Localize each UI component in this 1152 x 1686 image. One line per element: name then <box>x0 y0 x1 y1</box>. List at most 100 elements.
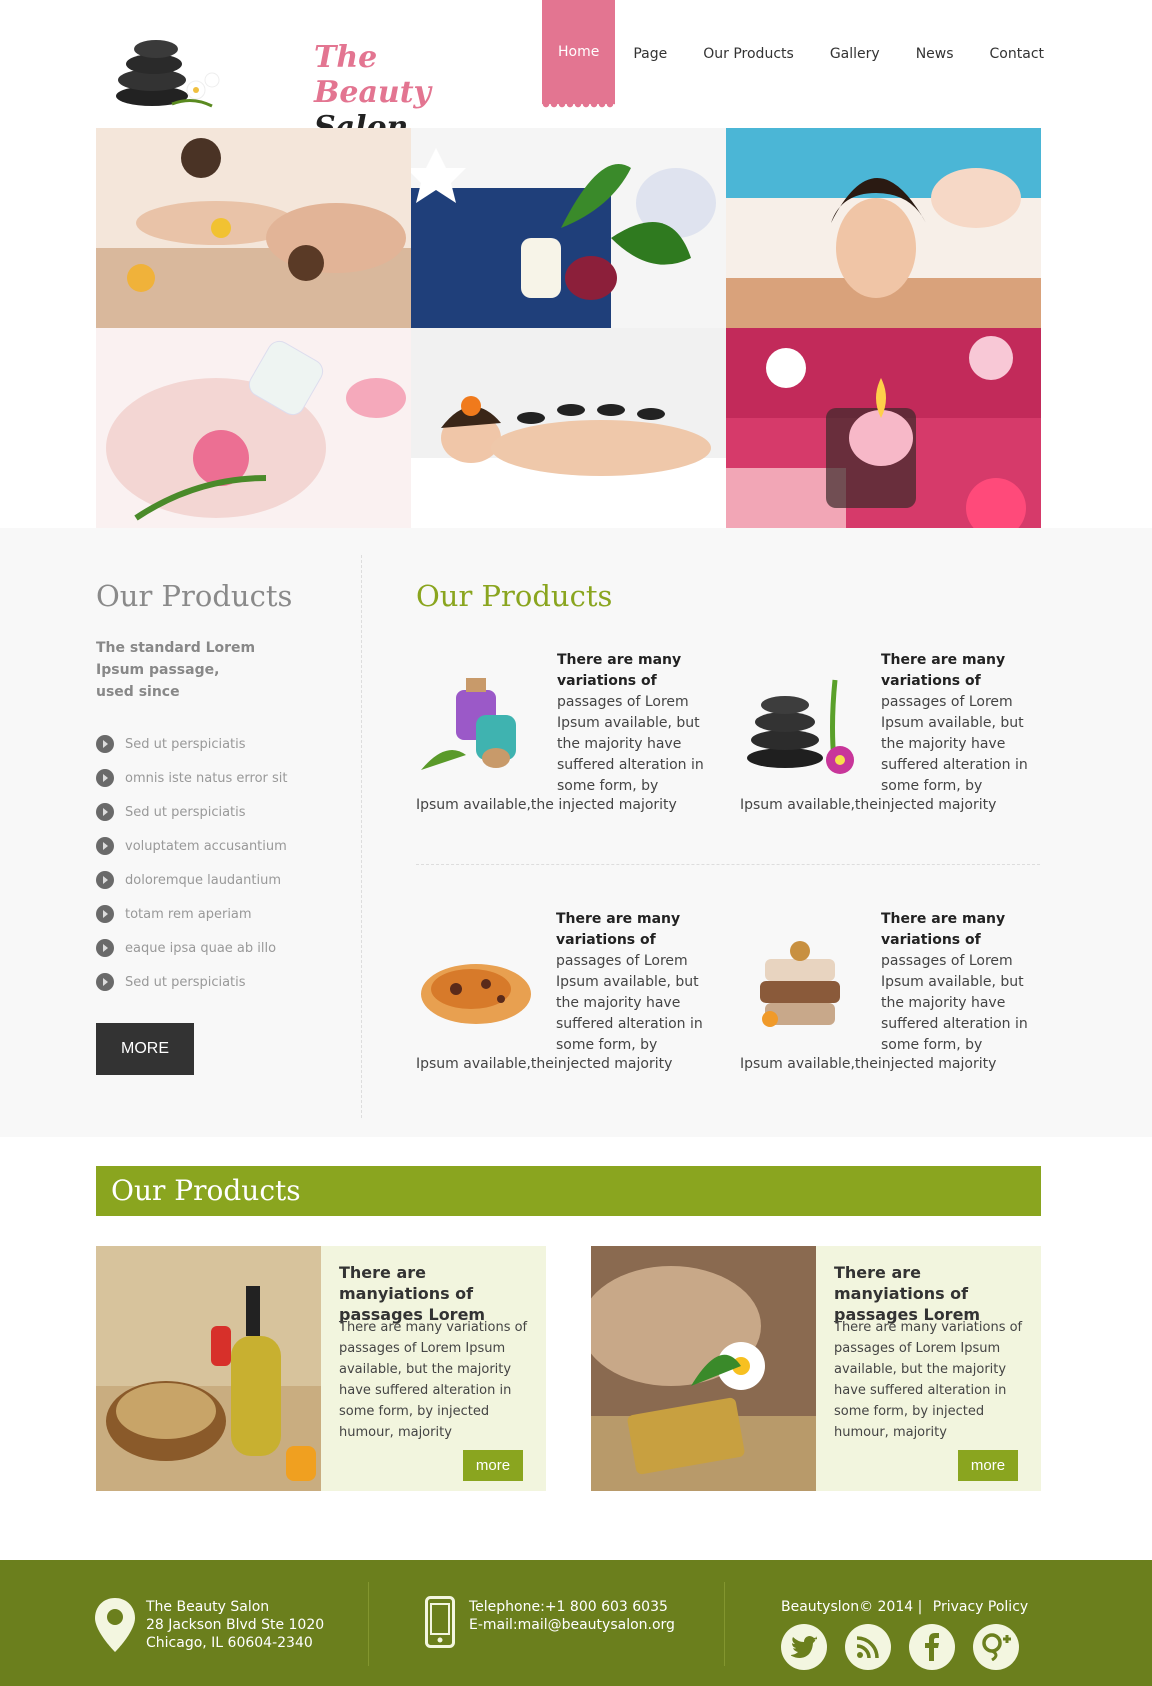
product-heading: There are many variations of <box>881 911 1006 948</box>
product-item: There are many variations of passages of… <box>416 650 716 820</box>
sidebar-list-item[interactable]: Sed ut perspiciatis <box>96 727 362 761</box>
footer-address: The Beauty Salon 28 Jackson Blvd Ste 102… <box>146 1598 324 1652</box>
product-item: There are many variations of passages of… <box>740 650 1040 820</box>
sidebar-list-label: Sed ut perspiciatis <box>125 736 246 752</box>
arrow-bullet-icon <box>96 803 114 821</box>
footer-address-line: 28 Jackson Blvd Ste 1020 <box>146 1617 325 1633</box>
product-text-last: Ipsum available,the injected majority <box>416 797 677 813</box>
sidebar-list-label: doloremque laudantium <box>125 872 281 888</box>
footer-copyright: Beautyslon© 2014 | <box>781 1599 923 1615</box>
nav-home[interactable]: Home <box>542 0 616 108</box>
footer-email[interactable]: E-mail:mail@beautysalon.org <box>469 1616 675 1634</box>
arrow-bullet-icon <box>96 837 114 855</box>
sidebar-list-item[interactable]: Sed ut perspiciatis <box>96 795 362 829</box>
arrow-bullet-icon <box>96 769 114 787</box>
sidebar-list-item[interactable]: Sed ut perspiciatis <box>96 965 362 999</box>
card-title: There are manyiations of passages Lorem <box>339 1263 486 1324</box>
product-text: passages of Lorem Ipsum available, but t… <box>556 953 703 1053</box>
bath-salt-bottles-icon <box>416 670 546 780</box>
location-pin-icon <box>95 1598 135 1652</box>
arrow-bullet-icon <box>96 905 114 923</box>
photo-gallery <box>96 128 1041 528</box>
google-plus-icon[interactable] <box>973 1624 1019 1670</box>
towel-stack-icon <box>740 929 870 1039</box>
sidebar-list: Sed ut perspiciatis omnis iste natus err… <box>96 727 362 999</box>
card-body: There are many variations of passages of… <box>339 1320 528 1440</box>
section-divider <box>361 555 362 1118</box>
sidebar-subtitle: The standard Lorem Ipsum passage, used s… <box>96 640 256 700</box>
sidebar-list-item[interactable]: omnis iste natus error sit <box>96 761 362 795</box>
pink-candle-towels-photo <box>726 328 1041 528</box>
nav-our-products[interactable]: Our Products <box>685 0 812 108</box>
sidebar-list-label: Sed ut perspiciatis <box>125 804 246 820</box>
nav-page[interactable]: Page <box>615 0 685 108</box>
card-body: There are many variations of passages of… <box>834 1320 1023 1440</box>
footer-divider <box>368 1582 369 1666</box>
privacy-policy-link[interactable]: Privacy Policy <box>933 1599 1028 1615</box>
card-more-button[interactable]: more <box>463 1450 523 1481</box>
featured-card: There are manyiations of passages Lorem … <box>96 1246 546 1491</box>
nav-gallery[interactable]: Gallery <box>812 0 898 108</box>
arrow-bullet-icon <box>96 871 114 889</box>
sidebar-list-item[interactable]: eaque ipsa quae ab illo <box>96 931 362 965</box>
card-more-button[interactable]: more <box>958 1450 1018 1481</box>
facebook-icon[interactable] <box>909 1624 955 1670</box>
seashell-icon <box>416 929 546 1039</box>
product-item: There are many variations of passages of… <box>416 909 716 1079</box>
sidebar-list-label: voluptatem accusantium <box>125 838 287 854</box>
nav-contact[interactable]: Contact <box>972 0 1062 108</box>
nav-news[interactable]: News <box>898 0 972 108</box>
spa-stones-logo-icon <box>116 40 220 108</box>
stones-orchid-icon <box>740 670 870 780</box>
product-heading: There are many variations of <box>881 652 1006 689</box>
arrow-bullet-icon <box>96 735 114 753</box>
footer-telephone[interactable]: Telephone:+1 800 603 6035 <box>469 1598 675 1616</box>
sidebar-list-item[interactable]: doloremque laudantium <box>96 863 362 897</box>
footer-address-line: The Beauty Salon <box>146 1599 270 1615</box>
featured-card: There are manyiations of passages Lorem … <box>591 1246 1041 1491</box>
product-description: There are many variations of passages of… <box>556 909 716 1056</box>
sidebar-list-label: eaque ipsa quae ab illo <box>125 940 277 956</box>
twitter-icon[interactable] <box>781 1624 827 1670</box>
products-main: Our Products <box>416 555 1040 613</box>
product-text: passages of Lorem Ipsum available, but t… <box>557 694 704 794</box>
logo-text-primary: The Beauty <box>314 40 431 110</box>
main-nav: Home Page Our Products Gallery News Cont… <box>542 0 1062 108</box>
product-item: There are many variations of passages of… <box>740 909 1040 1079</box>
woman-relaxing-beach-photo <box>726 128 1041 328</box>
footer-divider <box>724 1582 725 1666</box>
logo[interactable]: The Beauty Salon <box>112 18 431 145</box>
sidebar-list-item[interactable]: voluptatem accusantium <box>96 829 362 863</box>
hot-stone-massage-photo <box>411 328 726 528</box>
sidebar-list-label: totam rem aperiam <box>125 906 252 922</box>
products-separator <box>416 864 1040 865</box>
product-heading: There are many variations of <box>557 652 682 689</box>
product-text-last: Ipsum available,theinjected majority <box>740 797 997 813</box>
product-description: There are many variations of passages of… <box>557 650 717 797</box>
sidebar-list-label: omnis iste natus error sit <box>125 770 288 786</box>
product-text: passages of Lorem Ipsum available, but t… <box>881 694 1028 794</box>
more-button[interactable]: MORE <box>96 1023 194 1075</box>
massage-couple-photo <box>96 128 411 328</box>
product-description: There are many variations of passages of… <box>881 909 1041 1056</box>
sidebar-list-item[interactable]: totam rem aperiam <box>96 897 362 931</box>
product-text-last: Ipsum available,theinjected majority <box>740 1056 997 1072</box>
rss-icon[interactable] <box>845 1624 891 1670</box>
arrow-bullet-icon <box>96 939 114 957</box>
featured-title: Our Products <box>111 1174 301 1207</box>
footer-address-line: Chicago, IL 60604-2340 <box>146 1635 313 1651</box>
footer-legal: Beautyslon© 2014 | Privacy Policy <box>781 1598 1028 1616</box>
arrow-bullet-icon <box>96 973 114 991</box>
sidebar-title: Our Products <box>96 579 293 613</box>
product-heading: There are many variations of <box>556 911 681 948</box>
footer-contact: Telephone:+1 800 603 6035 E-mail:mail@be… <box>469 1598 675 1634</box>
mobile-phone-icon <box>425 1596 455 1648</box>
card-title: There are manyiations of passages Lorem <box>834 1263 981 1324</box>
products-title: Our Products <box>416 579 613 613</box>
sidebar: Our Products The standard Lorem Ipsum pa… <box>96 555 362 1075</box>
towel-soap-flower-photo <box>591 1246 816 1491</box>
sidebar-list-label: Sed ut perspiciatis <box>125 974 246 990</box>
bath-salt-rose-photo <box>96 328 411 528</box>
header: The Beauty Salon Home Page Our Products … <box>0 0 1152 145</box>
product-text-last: Ipsum available,theinjected majority <box>416 1056 673 1072</box>
